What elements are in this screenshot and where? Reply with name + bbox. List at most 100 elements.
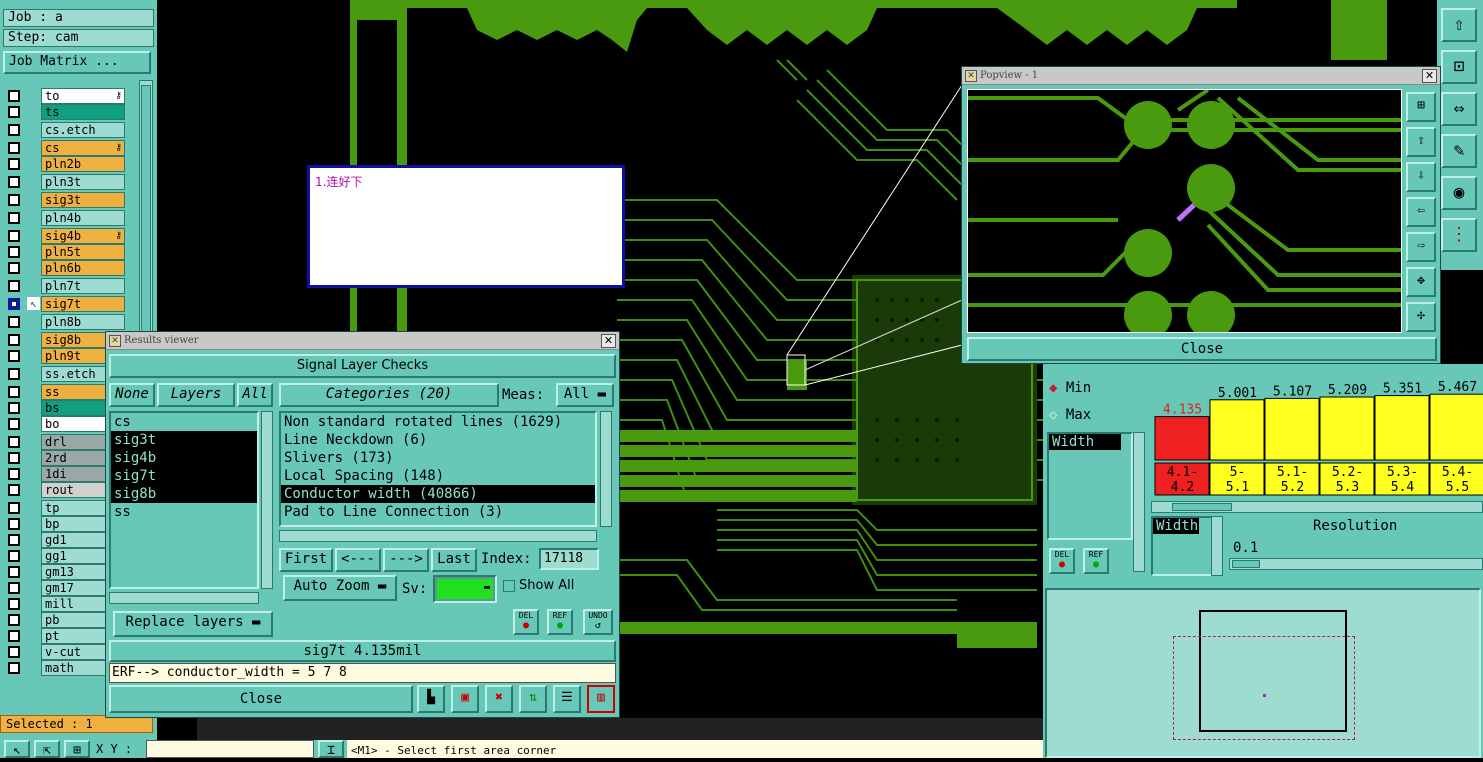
net-icon[interactable]: ⋮ [1441, 218, 1477, 252]
histogram-scrollbar[interactable] [1151, 501, 1483, 513]
ref-button[interactable]: REF ● [1083, 548, 1109, 574]
histogram-icon[interactable]: ▥ [587, 685, 615, 713]
layer-checkbox[interactable] [8, 124, 20, 136]
layer-name[interactable]: pln8b [41, 314, 125, 330]
layer-checkbox[interactable] [8, 230, 20, 242]
layer-checkbox[interactable] [8, 598, 20, 610]
layer-checkbox[interactable] [8, 212, 20, 224]
layer-checkbox[interactable] [8, 646, 20, 658]
layer-name[interactable]: to [41, 88, 125, 104]
layer-result-item[interactable]: cs [111, 413, 257, 431]
min-radio-icon[interactable]: ◆ [1049, 380, 1057, 396]
max-option[interactable]: ◇ Max [1049, 407, 1091, 423]
cursor-icon[interactable]: ⌶ [318, 740, 344, 758]
index-input[interactable]: 17118 [539, 548, 599, 570]
xy-input[interactable] [146, 740, 314, 758]
layer-row-ts[interactable]: ts [3, 104, 137, 120]
auto-zoom-dropdown[interactable]: Auto Zoom ▬ [283, 575, 397, 601]
snapshot-icon[interactable]: ◉ [1441, 176, 1477, 210]
export-icon[interactable]: ▣ [451, 685, 479, 713]
layer-name[interactable]: sig3t [41, 192, 125, 208]
layer-result-item[interactable]: sig8b [111, 485, 257, 503]
category-item[interactable]: Pad to Line Connection (3) [281, 503, 595, 521]
overview-map[interactable] [1045, 588, 1481, 758]
last-button[interactable]: Last [431, 548, 477, 572]
type-list-scrollbar[interactable] [1211, 516, 1223, 576]
zoom-fit-icon[interactable]: ⊞ [1406, 92, 1436, 122]
width-item[interactable]: Width [1049, 434, 1121, 450]
layer-list-vscroll[interactable] [261, 411, 273, 589]
layer-row-pln5t[interactable]: pln5t [3, 244, 137, 260]
category-item[interactable]: Local Spacing (148) [281, 467, 595, 485]
layer-checkbox[interactable] [8, 550, 20, 562]
layer-checkbox[interactable] [8, 158, 20, 170]
layer-name[interactable]: pln4b [41, 210, 125, 226]
category-item[interactable]: Conductor width (40866) [281, 485, 595, 503]
measure-list-scrollbar[interactable] [1133, 432, 1145, 572]
layer-checkbox[interactable] [8, 566, 20, 578]
layer-checkbox[interactable] [8, 90, 20, 102]
zoom-in-icon[interactable]: ✥ [1406, 267, 1436, 297]
select-tool-icon[interactable]: ↖ [4, 740, 30, 758]
delete-all-icon[interactable]: ✖ [485, 685, 513, 713]
layer-name[interactable]: pln6b [41, 260, 125, 276]
category-vscroll[interactable] [600, 411, 612, 527]
layer-checkbox[interactable] [8, 582, 20, 594]
histogram-bar[interactable] [1374, 395, 1430, 461]
view-rectangle[interactable] [1173, 636, 1355, 740]
layer-checkbox[interactable] [8, 142, 20, 154]
layer-row-cs.etch[interactable]: cs.etch [3, 122, 137, 138]
layer-row-to[interactable]: to [3, 88, 137, 104]
layer-checkbox[interactable] [8, 316, 20, 328]
layer-checkbox[interactable] [8, 502, 20, 514]
layer-row-pln6b[interactable]: pln6b [3, 260, 137, 276]
min-option[interactable]: ◆ Min [1049, 380, 1091, 396]
list-icon[interactable]: ☰ [553, 685, 581, 713]
layer-checkbox[interactable] [8, 334, 20, 346]
layer-result-item[interactable]: ss [111, 503, 257, 521]
layer-checkbox[interactable] [8, 630, 20, 642]
layer-row-pln2b[interactable]: pln2b [3, 156, 137, 172]
layer-checkbox[interactable] [8, 468, 20, 480]
layer-result-item[interactable]: sig4b [111, 449, 257, 467]
category-list[interactable]: Non standard rotated lines (1629) Line Ne… [279, 411, 597, 527]
layer-checkbox[interactable] [8, 484, 20, 496]
layer-name[interactable]: cs.etch [41, 122, 125, 138]
layer-checkbox[interactable] [8, 246, 20, 258]
category-hscroll[interactable] [279, 530, 597, 542]
window-menu-icon[interactable]: ✕ [109, 335, 121, 347]
first-button[interactable]: First [279, 548, 333, 572]
max-radio-icon[interactable]: ◇ [1049, 407, 1057, 423]
category-item[interactable]: Slivers (173) [281, 449, 595, 467]
popview-close-button[interactable]: Close [967, 337, 1437, 361]
layer-checkbox[interactable] [8, 402, 20, 414]
window-menu-icon[interactable]: ✕ [965, 70, 977, 82]
next-button[interactable]: ---> [383, 548, 429, 572]
layer-checkbox[interactable] [8, 106, 20, 118]
histogram-bar[interactable] [1264, 397, 1320, 461]
width-tag[interactable]: Width [1153, 518, 1199, 534]
layer-row-pln8b[interactable]: pln8b [3, 314, 137, 330]
pan-down-icon[interactable]: ⇩ [1406, 162, 1436, 192]
meas-dropdown[interactable]: All ▬ [556, 383, 614, 407]
none-button[interactable]: None [109, 383, 155, 407]
ref-button[interactable]: REF ● [547, 609, 573, 635]
layer-checkbox[interactable] [8, 418, 20, 430]
mirror-icon[interactable]: ⇔ [1441, 92, 1477, 126]
sv-color-dropdown[interactable]: ▬ [433, 575, 497, 603]
layer-checkbox[interactable] [8, 368, 20, 380]
layer-name[interactable]: ts [41, 104, 125, 120]
layer-list-hscroll[interactable] [109, 592, 259, 604]
layer-name[interactable]: pln7t [41, 278, 125, 294]
category-item[interactable]: Non standard rotated lines (1629) [281, 413, 595, 431]
layer-result-item[interactable]: sig7t [111, 467, 257, 485]
layer-name[interactable]: pln3t [41, 174, 125, 190]
layer-row-pln7t[interactable]: pln7t [3, 278, 137, 294]
prev-button[interactable]: <--- [335, 548, 381, 572]
show-all-checkbox[interactable] [503, 580, 515, 592]
histogram-bar[interactable] [1429, 393, 1483, 461]
layer-row-cs[interactable]: cs [3, 140, 137, 156]
categories-button[interactable]: Categories (20) [279, 383, 499, 407]
layers-button[interactable]: Layers [157, 383, 235, 407]
layer-checkbox[interactable] [8, 386, 20, 398]
